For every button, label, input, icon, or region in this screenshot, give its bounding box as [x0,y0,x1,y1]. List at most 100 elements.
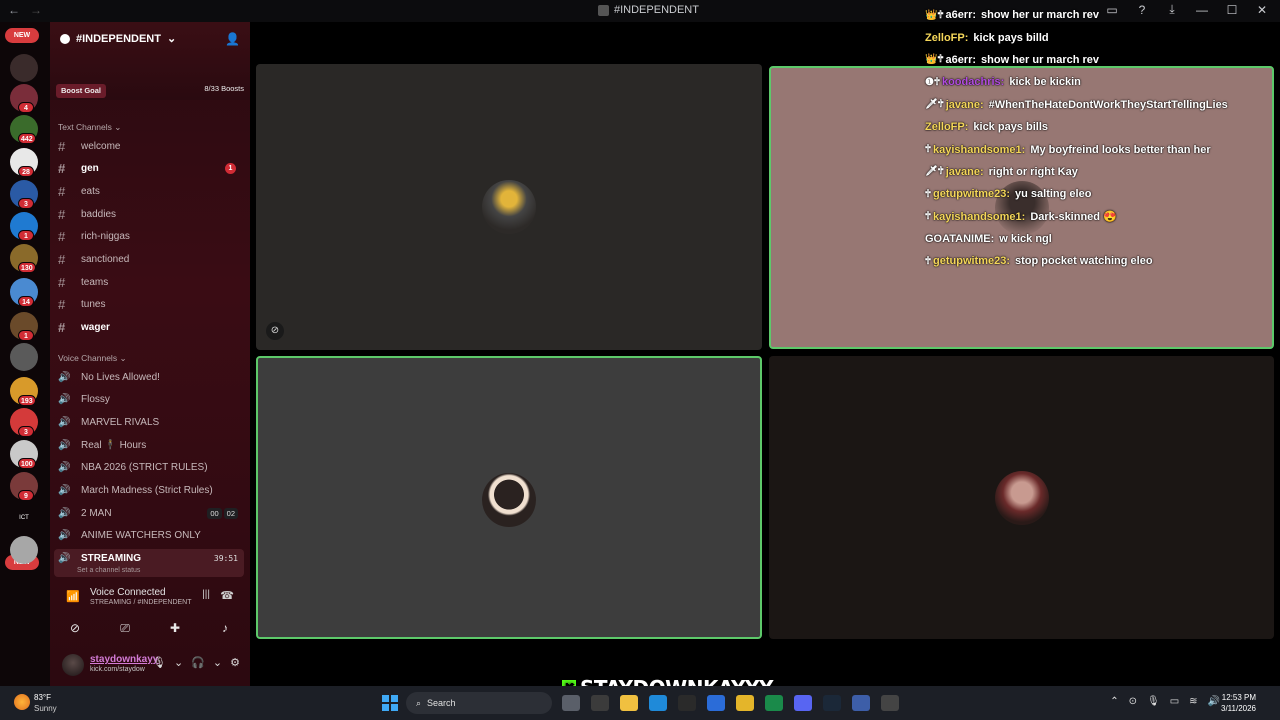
voice-channels-header[interactable]: Voice Channels ⌄ [58,353,127,364]
search-box[interactable]: ⌕ Search [406,692,552,714]
chat-text: w kick ngl [999,233,1052,246]
unread-badge: 130 [18,262,36,273]
activities-icon[interactable]: ✚ [155,618,195,638]
voice-channel[interactable]: 🔊 MARVEL RIVALS [54,412,244,432]
display-icon[interactable]: ▭ [1170,696,1179,707]
channel-tunes[interactable]: # tunes [54,295,244,315]
channel-name: teams [81,276,109,288]
weather-condition[interactable]: Sunny [34,704,57,713]
server-icon[interactable] [10,536,38,564]
participant-tile[interactable] [256,64,762,350]
clock[interactable]: 12:53 PM 3/11/2026 [1221,692,1256,714]
voice-channel[interactable]: 🔊 ANIME WATCHERS ONLY [54,526,244,546]
task-view-icon[interactable] [562,695,580,711]
volume-icon[interactable]: 🔊 [1208,696,1220,707]
muted-mic-icon: ⊘ [266,322,284,340]
channel-wager[interactable]: # wager [54,318,244,338]
server-icon[interactable] [10,54,38,82]
mail-icon[interactable] [707,695,725,711]
gear-icon[interactable]: ⚙ [230,656,240,669]
voice-connection-panel: 📶 Voice Connected STREAMING / #INDEPENDE… [50,578,250,642]
taskbar-apps [562,695,899,711]
chat-username: getupwitme23: [933,188,1011,201]
channel-sanctioned[interactable]: # sanctioned [54,250,244,270]
discord-icon[interactable] [794,695,812,711]
server-header[interactable]: #INDEPENDENT ⌄ 👤 Boost Goal 8/33 Boosts [50,22,250,100]
server-icon[interactable] [10,343,38,371]
server-icon[interactable]: ICT [10,504,38,532]
forward-arrow-icon[interactable]: → [30,3,42,17]
voice-channel-path[interactable]: STREAMING / #INDEPENDENT [90,599,192,606]
unread-badge: 193 [18,395,36,406]
voice-channel[interactable]: 🔊 NBA 2026 (STRICT RULES) [54,458,244,478]
channel-name: eats [81,185,100,197]
participant-tile[interactable] [256,356,762,639]
channel-status[interactable]: Set a channel status [77,567,140,574]
text-channels-header[interactable]: Text Channels ⌄ [58,122,121,133]
start-button[interactable] [382,695,398,711]
camera-off-icon[interactable]: ⊘ [55,618,95,638]
app-icon[interactable] [678,695,696,711]
chat-badge-icon: 👑🕆 [925,54,944,66]
edge-icon[interactable] [649,695,667,711]
chevron-down-icon[interactable]: ⌄ [174,656,183,669]
chat-username: javane: [945,165,984,178]
channel-welcome[interactable]: # welcome [54,136,244,156]
channel-rich-niggas[interactable]: # rich-niggas [54,227,244,247]
channel-eats[interactable]: # eats [54,181,244,201]
network-icon[interactable]: ⊙ [1129,696,1137,707]
channel-gen[interactable]: # gen 1 [54,159,244,179]
chat-username: ZelloFP: [925,121,969,134]
unread-badge: 442 [18,133,36,144]
channel-name: 2 MAN [81,507,112,519]
chat-username: kayishandsome1: [933,143,1026,156]
voice-channel[interactable]: 🔊 March Madness (Strict Rules) [54,481,244,501]
chat-text: show her ur march rev [981,9,1100,22]
steam-icon[interactable] [823,695,841,711]
headphones-icon[interactable]: 🎧 [191,656,205,669]
chat-badge-icon: 👑🕆 [925,9,944,21]
server-name[interactable]: #INDEPENDENT ⌄ [60,32,176,45]
microphone-icon[interactable]: 🎙 [152,656,166,669]
obs-icon[interactable] [881,695,899,711]
participant-tile[interactable] [769,356,1274,639]
screen-share-icon[interactable]: ⎚ [105,618,145,638]
signal-icon[interactable]: 📶 [66,590,80,603]
weather-temp[interactable]: 83°F [34,693,51,702]
chevron-up-icon[interactable]: ⌃ [1110,696,1118,707]
back-arrow-icon[interactable]: ← [8,3,20,17]
hashtag-icon: # [58,252,66,267]
unread-badge: 28 [18,166,34,177]
weather-sun-icon[interactable] [14,694,30,710]
username[interactable]: staydownkayy [90,654,158,665]
voice-channel[interactable]: 🔊 No Lives Allowed! [54,367,244,387]
chrome-icon[interactable] [736,695,754,711]
channel-teams[interactable]: # teams [54,272,244,292]
hashtag-icon: # [58,206,66,222]
avatar[interactable] [62,654,84,676]
app-icon[interactable] [591,695,609,711]
disconnect-icon[interactable]: ☎ [220,589,234,602]
voice-channel[interactable]: 🔊 Real 🕴 Hours [54,435,244,455]
invite-icon[interactable]: 👤 [225,32,240,46]
speaker-icon: 🔊 [58,462,71,474]
excel-icon[interactable] [765,695,783,711]
wifi-icon[interactable]: ≋ [1189,696,1197,707]
microphone-icon[interactable]: 🎙 [1147,696,1160,707]
chat-username: a6err: [945,53,977,66]
boost-goal-bar[interactable]: Boost Goal 8/33 Boosts [56,84,244,98]
voice-channel[interactable]: 🔊 STREAMING 39:51 Set a channel status [54,548,244,577]
hashtag-icon: # [58,297,66,313]
channel-baddies[interactable]: # baddies [54,204,244,224]
chevron-down-icon[interactable]: ⌄ [213,656,222,669]
chevron-down-icon: ⌄ [166,33,177,45]
avatar [482,180,536,234]
channel-name: No Lives Allowed! [81,371,160,383]
voice-channel[interactable]: 🔊 2 MAN 00 02 [54,503,244,523]
unread-badge: 1 [18,330,34,341]
file-explorer-icon[interactable] [620,695,638,711]
voice-channel[interactable]: 🔊 Flossy [54,390,244,410]
app-icon[interactable] [852,695,870,711]
soundboard-icon[interactable]: ♪ [205,618,245,638]
noise-suppression-icon[interactable]: ||| [202,589,210,600]
